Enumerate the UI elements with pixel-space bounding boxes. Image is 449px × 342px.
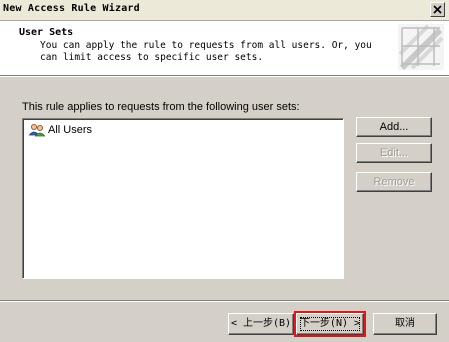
close-button[interactable]	[430, 2, 445, 17]
wizard-header: User Sets You can apply the rule to requ…	[0, 21, 449, 76]
list-item[interactable]: All Users	[28, 123, 92, 137]
header-divider	[0, 76, 449, 77]
user-sets-list[interactable]: All Users	[22, 118, 344, 279]
back-button[interactable]: < 上一步(B)	[228, 313, 294, 335]
footer-divider	[0, 300, 449, 302]
cancel-button[interactable]: 取消	[373, 313, 437, 335]
close-icon	[433, 5, 442, 14]
rule-applies-label: This rule applies to requests from the f…	[22, 101, 300, 113]
edit-button[interactable]: Edit...	[356, 143, 432, 163]
page-title: User Sets	[19, 27, 74, 38]
title-bar: New Access Rule Wizard	[0, 0, 449, 21]
page-description: You can apply the rule to requests from …	[40, 40, 372, 63]
window-title: New Access Rule Wizard	[3, 3, 140, 14]
next-button-highlight	[294, 311, 366, 337]
user-set-label: All Users	[48, 124, 93, 136]
add-button[interactable]: Add...	[356, 117, 432, 137]
users-group-icon	[28, 124, 46, 137]
remove-button[interactable]: Remove	[356, 172, 432, 192]
wizard-graphic-icon	[398, 24, 444, 70]
